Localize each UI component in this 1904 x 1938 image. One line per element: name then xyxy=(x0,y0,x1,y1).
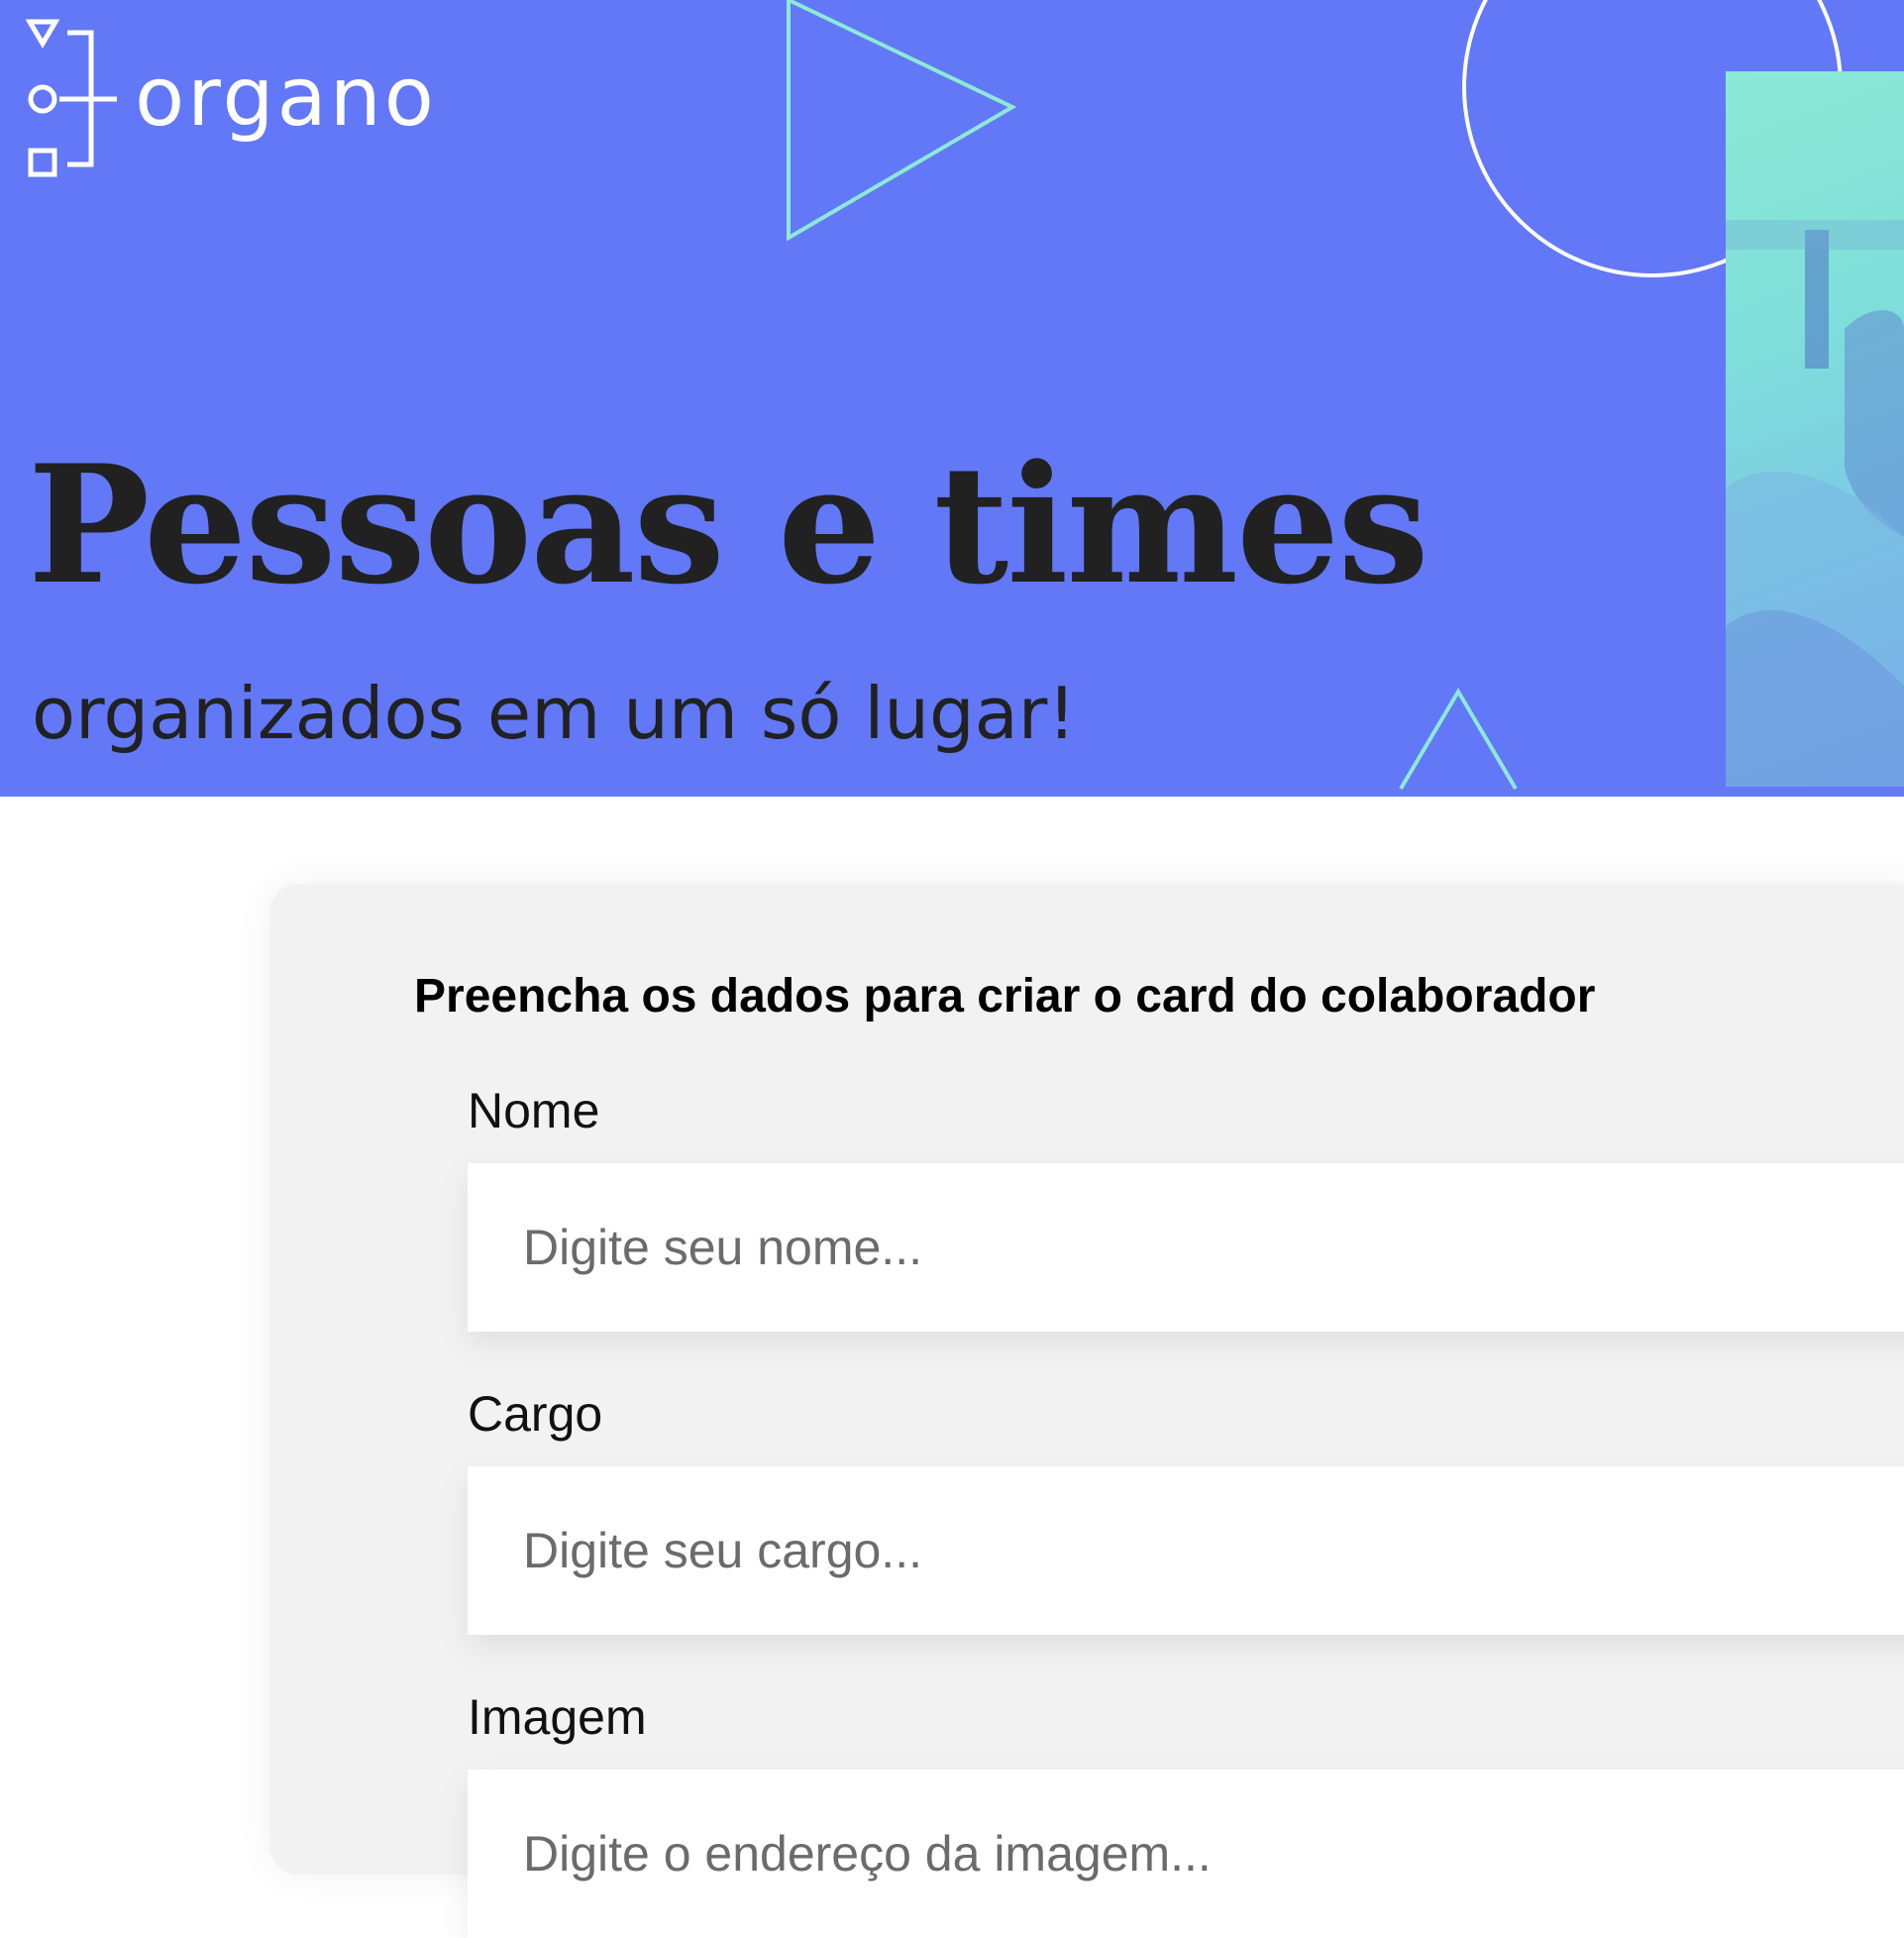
form-heading: Preencha os dados para criar o card do c… xyxy=(414,970,1596,1023)
hero-title: Pessoas e times xyxy=(28,429,1429,620)
name-input[interactable] xyxy=(468,1163,1904,1332)
image-input[interactable] xyxy=(468,1770,1904,1938)
image-label: Imagem xyxy=(468,1689,647,1745)
triangle-outline-icon xyxy=(787,0,1017,242)
name-label: Nome xyxy=(468,1083,600,1138)
role-input[interactable] xyxy=(468,1466,1904,1635)
hero-subtitle: organizados em um só lugar! xyxy=(32,672,1077,755)
triangle-small-icon xyxy=(1399,688,1518,791)
person-silhouette-icon xyxy=(1726,220,1904,787)
role-label: Cargo xyxy=(468,1386,603,1442)
hero-photo xyxy=(1726,71,1904,787)
collaborator-form-card: Preencha os dados para criar o card do c… xyxy=(269,884,1904,1938)
hero-banner: organo Pessoas e times organizados em um… xyxy=(0,0,1904,797)
